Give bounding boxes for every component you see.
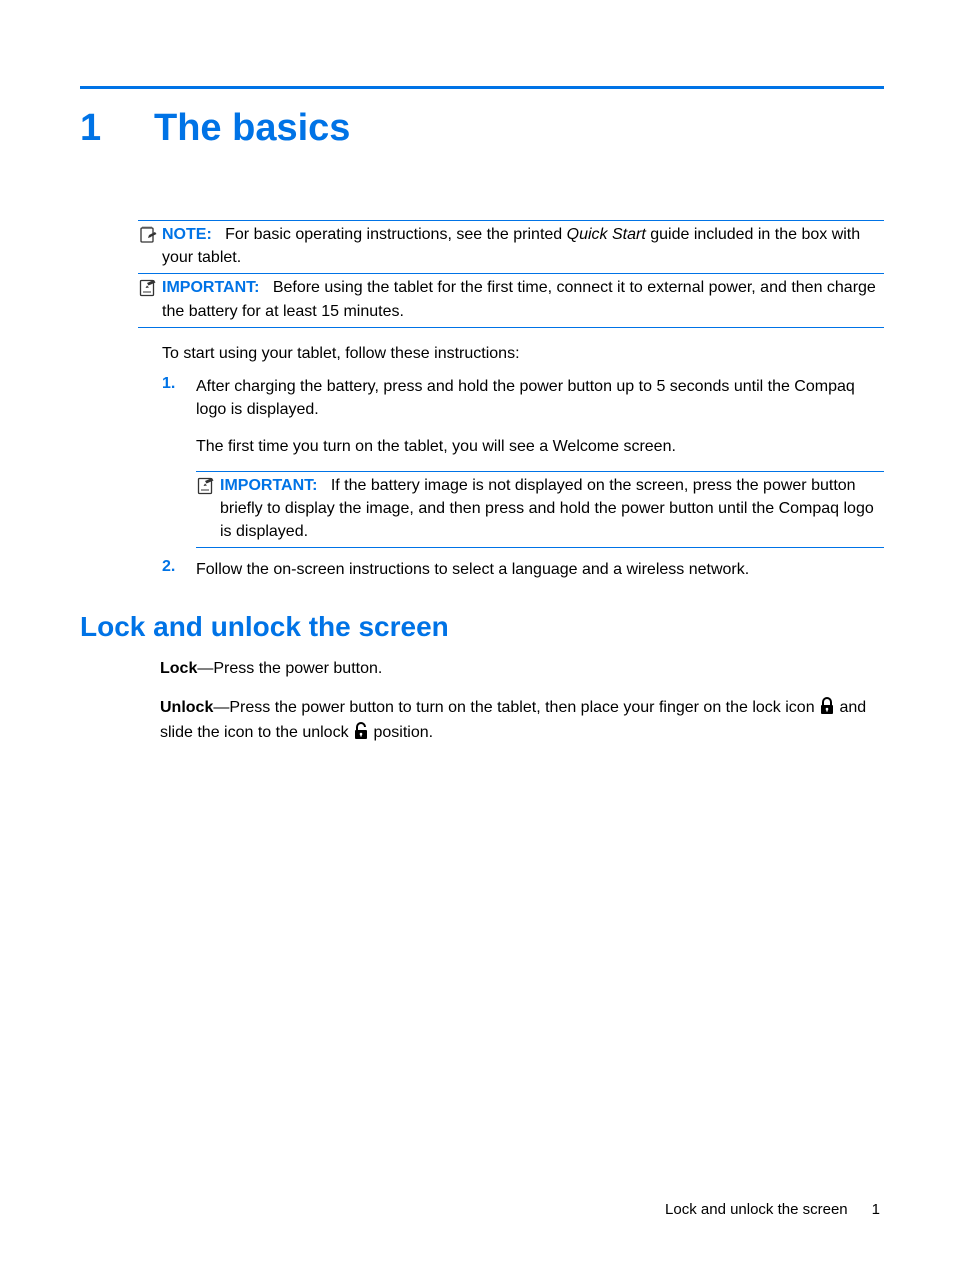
important1-body: Before using the tablet for the first ti… (162, 279, 876, 319)
note-callout: NOTE: For basic operating instructions, … (138, 220, 884, 274)
step-2: 2. Follow the on-screen instructions to … (162, 558, 884, 581)
footer-page-number: 1 (872, 1201, 880, 1218)
important2-text: IMPORTANT: If the battery image is not d… (220, 474, 884, 544)
top-rule (80, 86, 884, 89)
note-icon (138, 225, 160, 269)
lock-text: —Press the power button. (197, 660, 382, 677)
important-callout-1: IMPORTANT: Before using the tablet for t… (138, 273, 884, 327)
step-2-text: Follow the on-screen instructions to sel… (196, 558, 884, 581)
page: 1 The basics NOTE: For basic operating i… (0, 0, 954, 746)
step-1-number: 1. (162, 375, 196, 548)
note-italic: Quick Start (567, 226, 646, 243)
important2-label: IMPORTANT: (220, 477, 317, 494)
page-footer: Lock and unlock the screen 1 (665, 1201, 880, 1218)
chapter-header: 1 The basics (80, 107, 884, 150)
note-label: NOTE: (162, 226, 212, 243)
unlock-icon (353, 722, 369, 740)
lock-paragraph: Lock—Press the power button. (160, 657, 884, 682)
lock-icon (819, 697, 835, 715)
step-1b-text: The first time you turn on the tablet, y… (196, 435, 884, 458)
unlock-label: Unlock (160, 699, 213, 716)
footer-text: Lock and unlock the screen (665, 1201, 848, 1218)
section-heading: Lock and unlock the screen (80, 611, 884, 643)
important1-label: IMPORTANT: (162, 279, 259, 296)
chapter-number: 1 (80, 107, 154, 150)
note-pre: For basic operating instructions, see th… (225, 226, 567, 243)
steps-list: 1. After charging the battery, press and… (162, 375, 884, 581)
important-icon (196, 476, 218, 544)
unlock-pre: —Press the power button to turn on the t… (213, 699, 819, 716)
important2-body: If the battery image is not displayed on… (220, 477, 874, 540)
important-callout-2: IMPORTANT: If the battery image is not d… (196, 471, 884, 549)
important1-text: IMPORTANT: Before using the tablet for t… (162, 276, 884, 322)
step-1a-text: After charging the battery, press and ho… (196, 375, 884, 421)
chapter-title: The basics (154, 107, 350, 150)
unlock-paragraph: Unlock—Press the power button to turn on… (160, 696, 884, 746)
section-body: Lock—Press the power button. Unlock—Pres… (160, 657, 884, 745)
lock-label: Lock (160, 660, 197, 677)
unlock-post: position. (369, 724, 433, 741)
step-1: 1. After charging the battery, press and… (162, 375, 884, 548)
step-2-number: 2. (162, 558, 196, 581)
note-text: NOTE: For basic operating instructions, … (162, 223, 884, 269)
intro-text: To start using your tablet, follow these… (162, 342, 884, 365)
important-icon (138, 278, 160, 322)
content-area: NOTE: For basic operating instructions, … (138, 220, 884, 581)
